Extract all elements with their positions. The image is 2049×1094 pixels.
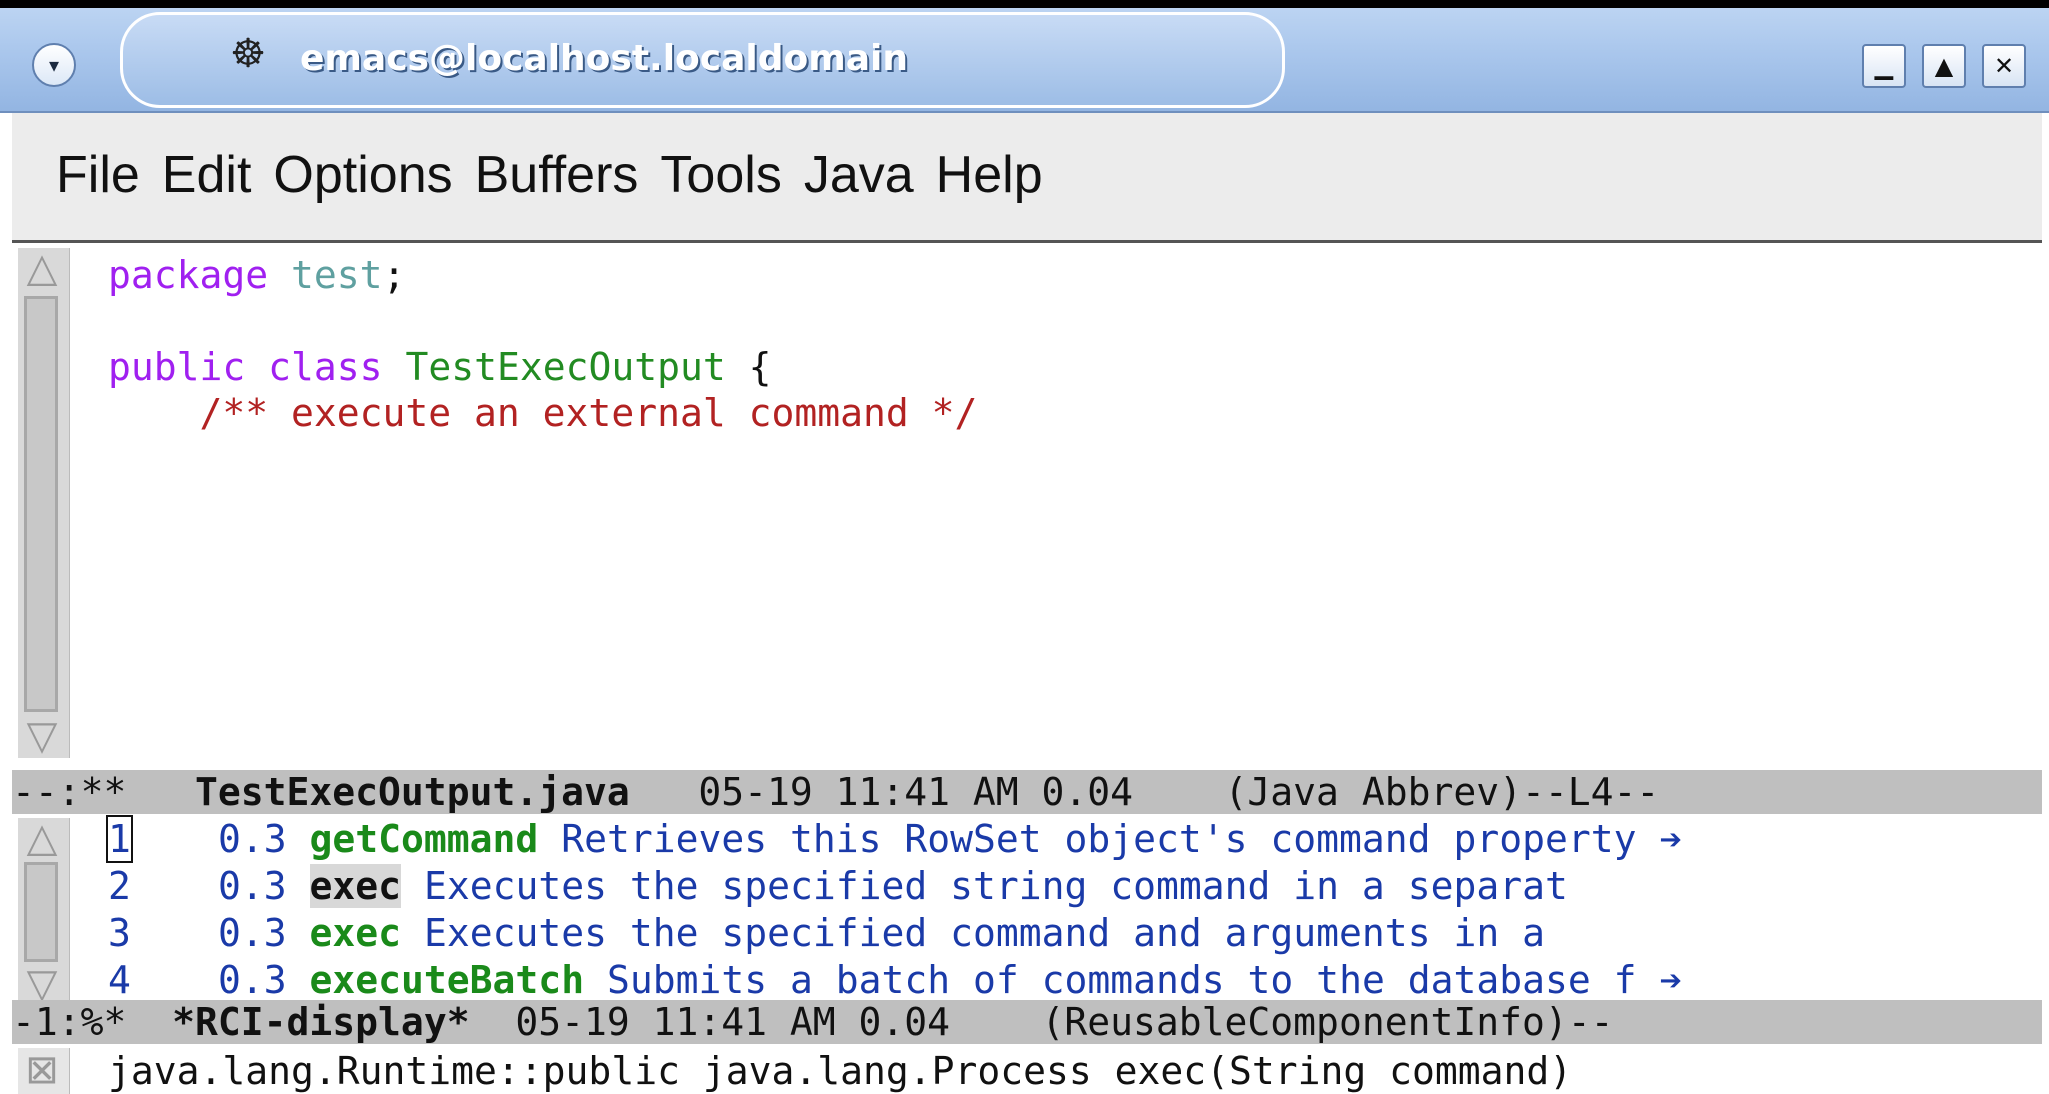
mode-line-buffer-name[interactable]: *RCI-display* <box>172 1000 469 1044</box>
mode-line-flags: -1:%* <box>12 1000 127 1044</box>
mode-line-rci: -1:%* *RCI-display* 05-19 11:41 AM 0.04 … <box>12 1000 2042 1044</box>
emacs-window: ▾ ☸ emacs@localhost.localdomain ▁ ▲ ✕ Fi… <box>0 8 2049 1094</box>
code-token: public <box>108 345 246 389</box>
triangle-down-icon[interactable]: ▽ <box>22 964 62 1004</box>
minimize-button[interactable]: ▁ <box>1862 44 1906 88</box>
mode-line-flags: --:** <box>12 770 127 814</box>
arrow-right-icon: ➔ <box>1659 958 1683 1002</box>
mode-line-info: 05-19 11:41 AM 0.04 (Java Abbrev)--L4-- <box>629 770 1660 814</box>
window-menu-button[interactable]: ▾ <box>32 43 76 87</box>
close-button[interactable]: ✕ <box>1982 44 2026 88</box>
rci-row-score: 0.3 <box>218 958 287 1002</box>
close-icon: ✕ <box>1993 52 2015 80</box>
rci-row[interactable]: 2 0.3 exec Executes the specified string … <box>108 864 1591 908</box>
rci-row-description: Executes the specified command and argum… <box>423 911 1545 955</box>
rci-scrollbar-thumb[interactable] <box>24 862 58 962</box>
rci-row-number-text: 2 <box>108 864 131 908</box>
maximize-icon: ▲ <box>1934 52 1954 80</box>
rci-row[interactable]: 4 0.3 executeBatch Submits a batch of com… <box>108 958 1682 1002</box>
rci-row[interactable]: 1 0.3 getCommand Retrieves this RowSet ob… <box>106 815 1683 863</box>
menu-buffers[interactable]: Buffers <box>475 145 639 205</box>
menu-help[interactable]: Help <box>936 145 1043 205</box>
editor-scrollbar-thumb[interactable] <box>24 296 58 712</box>
rci-row-description: Retrieves this RowSet object's command p… <box>561 817 1637 861</box>
scroll-all-icon: ⊠ <box>25 1047 59 1093</box>
rci-row-number-text: 4 <box>108 958 131 1002</box>
rci-row-number-text: 3 <box>108 911 131 955</box>
echo-area: java.lang.Runtime::public java.lang.Proc… <box>108 1049 1573 1093</box>
rci-row[interactable]: 3 0.3 exec Executes the specified command… <box>108 911 1568 955</box>
menu-tools[interactable]: Tools <box>660 145 781 205</box>
triangle-down-icon[interactable]: ▽ <box>22 716 62 756</box>
rci-row-number: 3 <box>108 911 218 955</box>
rci-row-number-text: 1 <box>106 815 133 863</box>
menu-edit[interactable]: Edit <box>162 145 252 205</box>
rci-row-number: 4 <box>108 958 218 1002</box>
menu-options[interactable]: Options <box>273 145 452 205</box>
mode-line-info: 05-19 11:41 AM 0.04 (ReusableComponentIn… <box>469 1000 1614 1044</box>
editor-scrollbar[interactable]: △ ▽ <box>18 248 70 758</box>
rci-row-method[interactable]: exec <box>309 864 402 908</box>
gnu-icon: ☸ <box>230 31 266 77</box>
rci-scrollbar[interactable]: △ ▽ <box>18 818 70 1004</box>
mode-line-main: --:** TestExecOutput.java 05-19 11:41 AM… <box>12 770 2042 814</box>
echo-scrollbar: ⊠ <box>18 1048 70 1094</box>
mode-line-buffer-name[interactable]: TestExecOutput.java <box>195 770 630 814</box>
menu-java[interactable]: Java <box>804 145 914 205</box>
chevron-down-icon: ▾ <box>48 53 60 77</box>
code-token: /** execute an external command */ <box>108 391 978 435</box>
title-bar[interactable]: ▾ ☸ emacs@localhost.localdomain ▁ ▲ ✕ <box>0 8 2049 113</box>
rci-row-method[interactable]: exec <box>310 911 402 955</box>
code-token: class <box>268 345 383 389</box>
minimize-icon: ▁ <box>1874 52 1894 80</box>
menu-file[interactable]: File <box>56 145 140 205</box>
code-token: ; <box>382 253 406 297</box>
rci-row-description: Submits a batch of commands to the datab… <box>606 958 1637 1002</box>
code-line[interactable]: /** execute an external command */ <box>108 391 978 435</box>
arrow-right-icon: ➔ <box>1659 817 1683 861</box>
rci-row-score: 0.3 <box>218 817 287 861</box>
code-token: package <box>108 253 269 297</box>
rci-row-description: Executes the specified string command in… <box>423 864 1568 908</box>
maximize-button[interactable]: ▲ <box>1922 44 1966 88</box>
rci-row-number: 2 <box>108 864 218 908</box>
triangle-up-icon[interactable]: △ <box>22 818 62 858</box>
code-line[interactable]: package test; <box>108 253 405 297</box>
code-line[interactable]: public class TestExecOutput { <box>108 345 772 389</box>
rci-row-method[interactable]: executeBatch <box>310 958 585 1002</box>
code-token: test <box>291 253 383 297</box>
code-token: TestExecOutput <box>405 345 726 389</box>
triangle-up-icon[interactable]: △ <box>22 248 62 288</box>
window-title: emacs@localhost.localdomain <box>300 38 909 79</box>
rci-row-number: 1 <box>106 815 218 863</box>
menu-bar: File Edit Options Buffers Tools Java Help <box>12 113 2042 243</box>
rci-row-score: 0.3 <box>218 864 287 908</box>
code-token: { <box>725 345 772 389</box>
rci-row-method[interactable]: getCommand <box>310 817 539 861</box>
rci-row-score: 0.3 <box>218 911 287 955</box>
